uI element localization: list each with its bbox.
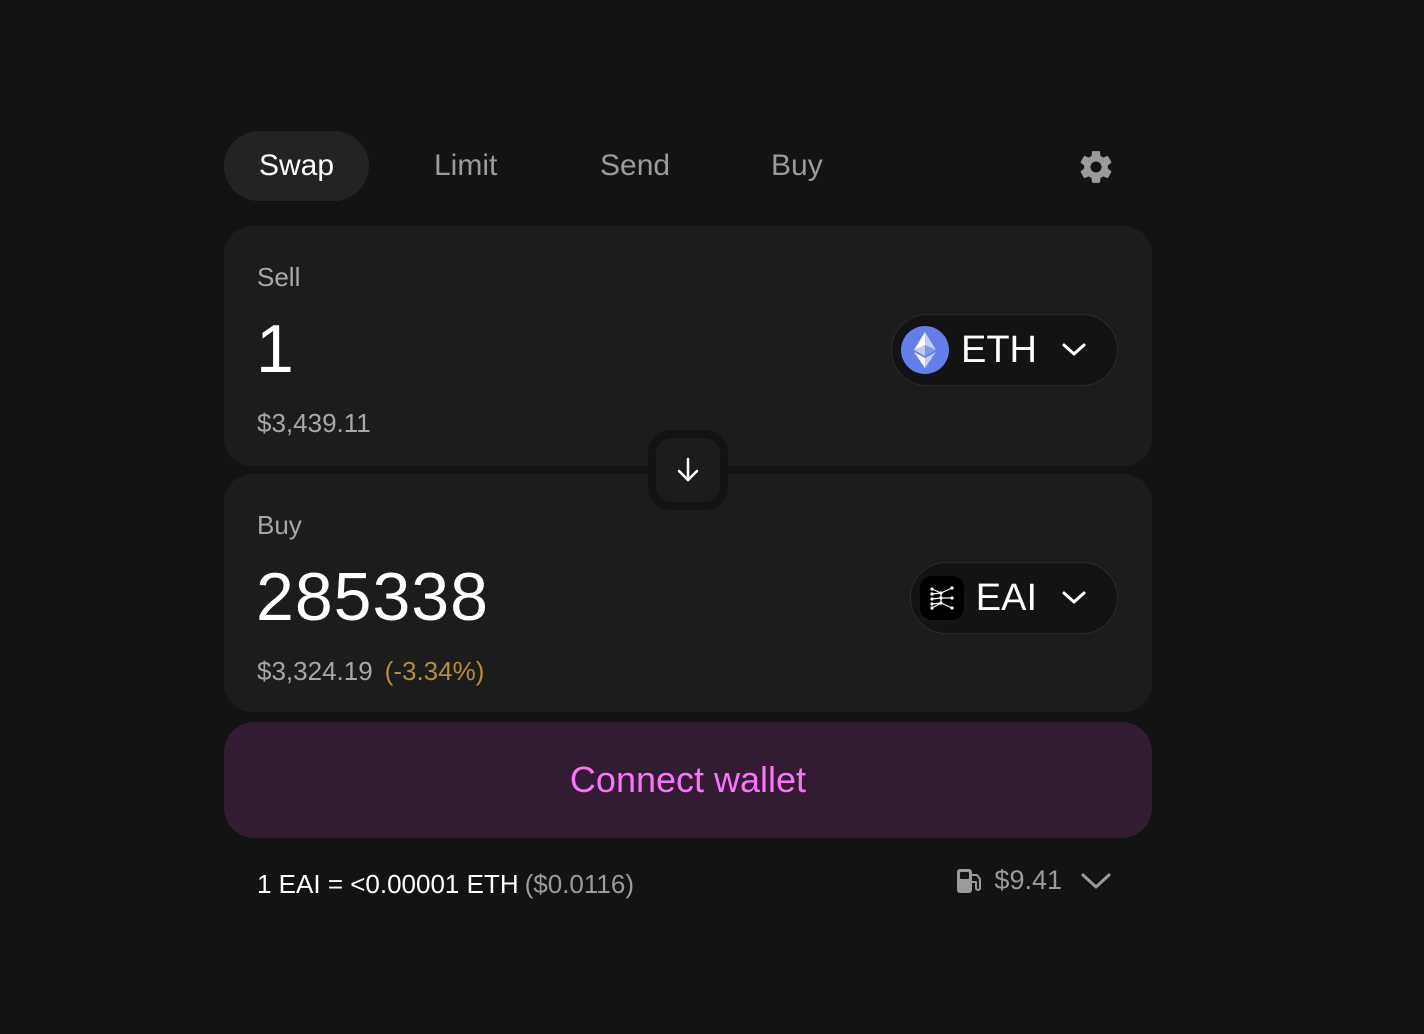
sell-token-symbol: ETH <box>961 328 1037 371</box>
exchange-rate[interactable]: 1 EAI = <0.00001 ETH ($0.0116) <box>257 869 634 900</box>
buy-usd-row: $3,324.19 (-3.34%) <box>257 656 484 687</box>
eai-token-icon <box>919 576 964 620</box>
sell-label: Sell <box>257 262 301 292</box>
price-impact: (-3.34%) <box>384 656 485 686</box>
rate-usd: ($0.0116) <box>524 869 634 899</box>
chevron-down-icon <box>1061 342 1087 358</box>
sell-usd-value: $3,439.11 <box>257 408 371 438</box>
tab-send[interactable]: Send <box>600 131 670 201</box>
tab-swap[interactable]: Swap <box>224 131 369 201</box>
gas-cost: $9.41 <box>994 865 1062 895</box>
swap-widget: Swap Limit Send Buy Sell 1 $3,439.11 ETH… <box>224 131 1152 899</box>
rate-text: 1 EAI = <0.00001 ETH <box>257 869 519 899</box>
buy-label: Buy <box>257 510 302 540</box>
tab-buy[interactable]: Buy <box>771 131 823 201</box>
settings-button[interactable] <box>1076 147 1116 187</box>
connect-wallet-button[interactable]: Connect wallet <box>224 722 1152 838</box>
sell-token-selector[interactable]: ETH <box>891 314 1118 386</box>
sell-amount-input[interactable]: 1 <box>256 310 295 388</box>
tab-limit[interactable]: Limit <box>434 131 497 201</box>
buy-usd-value: $3,324.19 <box>257 656 373 686</box>
chevron-down-icon <box>1061 590 1087 606</box>
switch-tokens-button[interactable] <box>648 430 728 510</box>
chevron-down-icon <box>1081 873 1111 888</box>
gas-pump-icon <box>957 868 982 893</box>
arrow-down-icon <box>677 457 699 482</box>
buy-amount-input[interactable]: 285338 <box>256 558 489 636</box>
gas-estimate-toggle[interactable]: $9.41 <box>954 865 1112 896</box>
ethereum-icon <box>901 326 949 374</box>
buy-token-selector[interactable]: EAI <box>909 562 1118 634</box>
swap-tabs: Swap Limit Send Buy <box>224 131 1152 201</box>
buy-token-symbol: EAI <box>975 576 1037 619</box>
gear-icon <box>1080 151 1112 183</box>
